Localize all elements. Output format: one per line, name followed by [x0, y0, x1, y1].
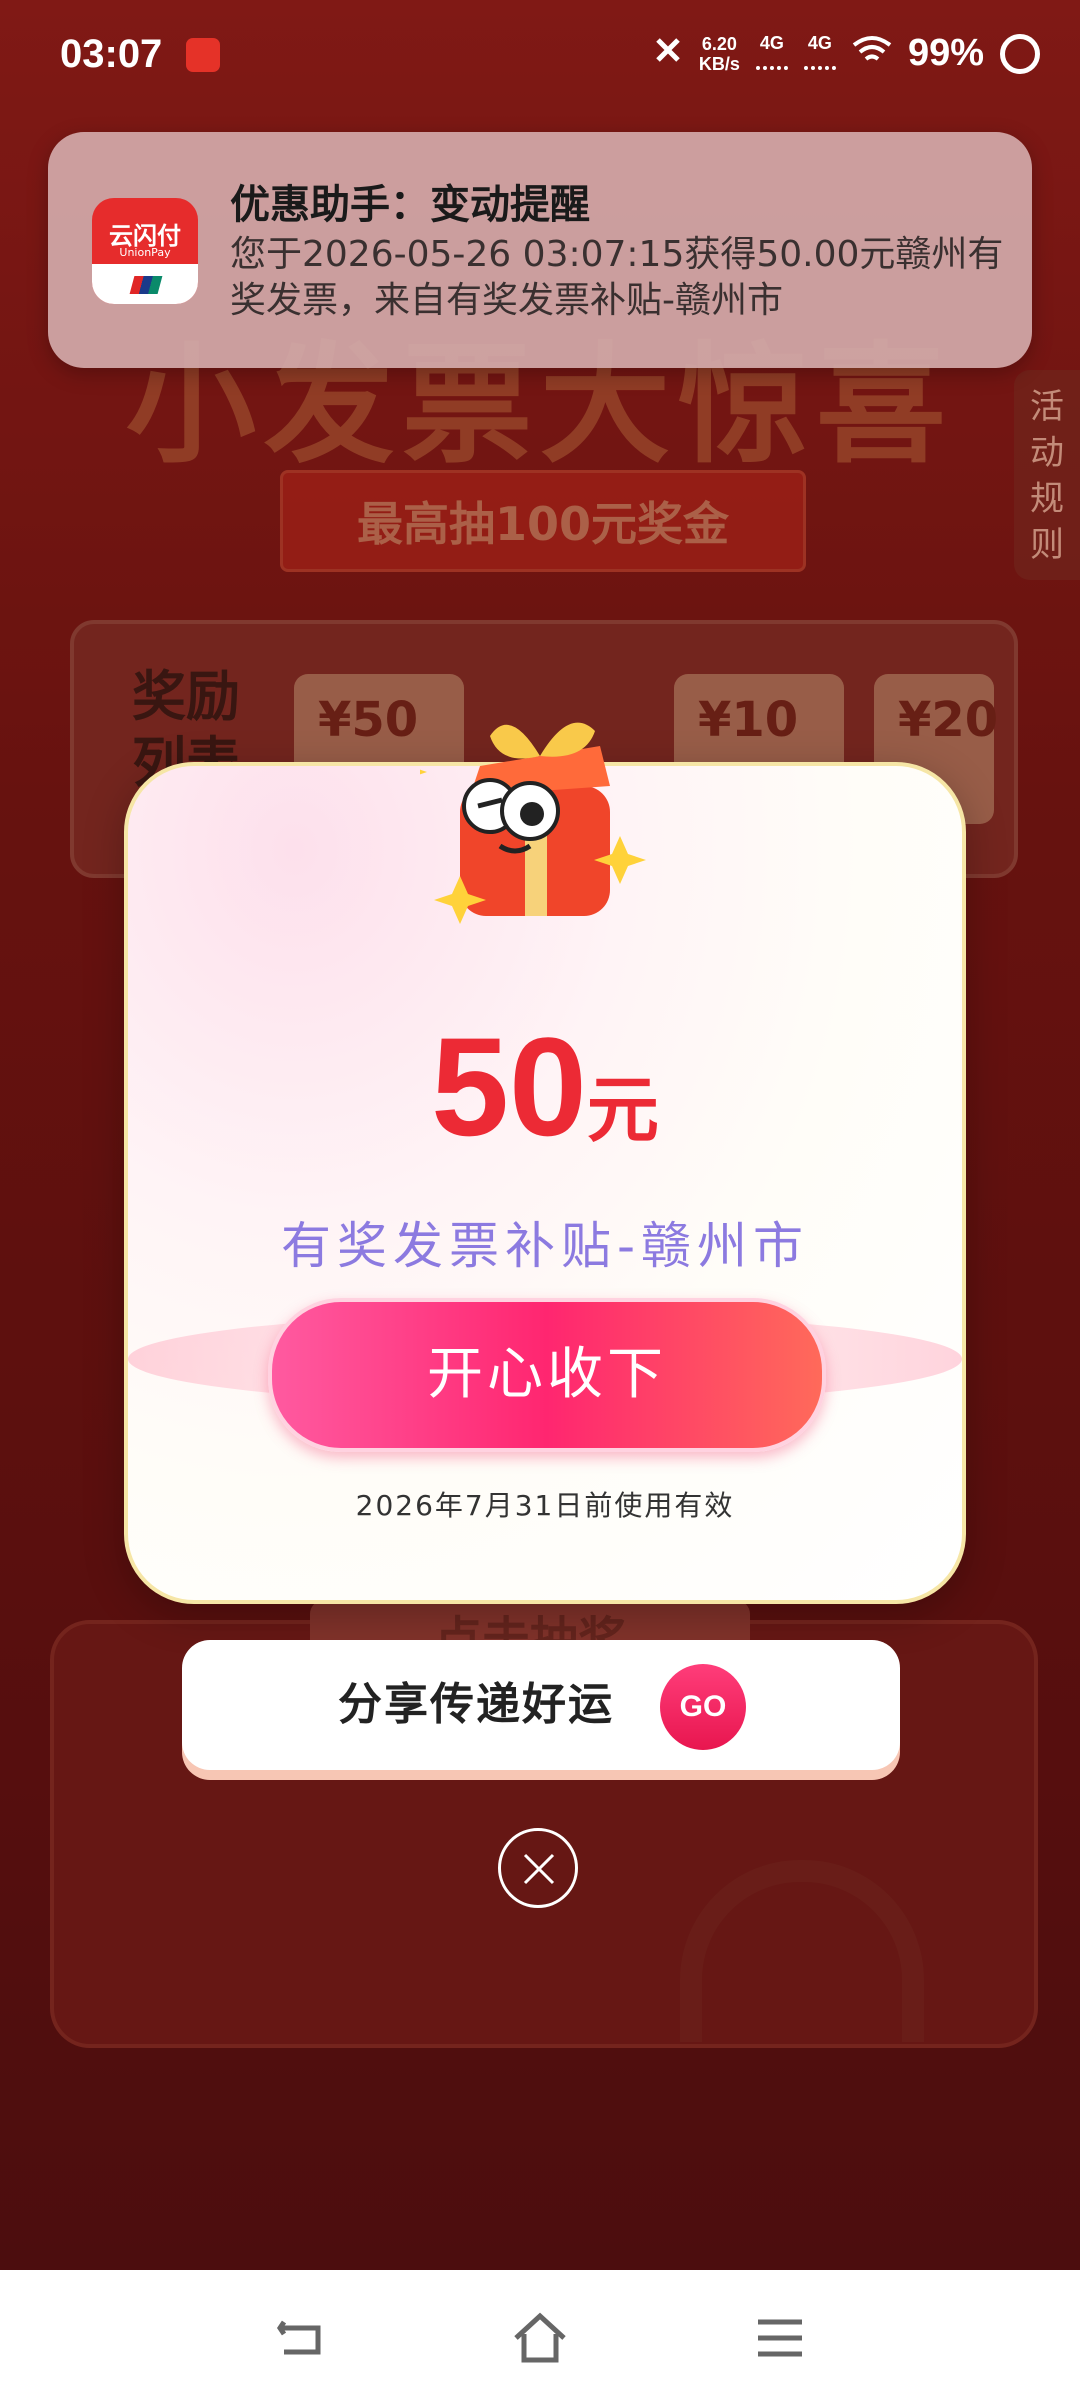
- unionpay-app-icon: 云闪付 UnionPay: [92, 198, 198, 304]
- back-icon: [276, 2320, 321, 2355]
- navigation-bar: [0, 2270, 1080, 2400]
- share-label: 分享传递好运: [338, 1679, 614, 1730]
- home-icon: [514, 2312, 566, 2363]
- signal-icon: 4G: [755, 34, 788, 73]
- battery-level: 99%: [907, 32, 984, 74]
- status-time: 03:07: [60, 32, 163, 76]
- amount-unit: 元: [586, 1068, 659, 1152]
- wifi-icon: [852, 32, 892, 75]
- reward-modal: 50元 有奖发票补贴-赣州市 开心收下 2026年7月31日前使用有效: [124, 722, 966, 1604]
- home-button[interactable]: [510, 2308, 570, 2368]
- notification-body: 您于2026-05-26 03:07:15获得50.00元赣州有奖发票，来自有奖…: [230, 234, 1004, 321]
- close-icon: [523, 1853, 555, 1885]
- notification-banner[interactable]: 云闪付 UnionPay 优惠助手：变动提醒 您于2026-05-26 03:0…: [48, 132, 1032, 368]
- unionpay-status-icon: [186, 38, 220, 72]
- accept-button[interactable]: 开心收下: [268, 1298, 826, 1452]
- close-button[interactable]: [498, 1828, 578, 1908]
- amount-value: 50: [431, 1008, 587, 1165]
- signal-icon: 4G: [803, 34, 836, 73]
- share-bar[interactable]: 分享传递好运 GO: [182, 1640, 900, 1770]
- nfc-icon: [653, 32, 683, 75]
- status-bar: 03:07 6.20 KB/s 4G 4G 99%: [0, 0, 1080, 115]
- menu-button[interactable]: [750, 2308, 810, 2368]
- gift-box-icon: [393, 696, 660, 936]
- subsidy-name: 有奖发票补贴-赣州市: [280, 1217, 810, 1275]
- notification-title: 优惠助手：变动提醒: [230, 182, 590, 228]
- menu-icon: [758, 2319, 802, 2357]
- battery-icon: [1000, 33, 1040, 74]
- go-button[interactable]: GO: [660, 1664, 746, 1750]
- validity-text: 2026年7月31日前使用有效: [355, 1489, 735, 1522]
- reward-amount: 50元: [128, 1006, 962, 1168]
- back-button[interactable]: [270, 2308, 330, 2368]
- network-speed: 6.20 KB/s: [698, 33, 740, 74]
